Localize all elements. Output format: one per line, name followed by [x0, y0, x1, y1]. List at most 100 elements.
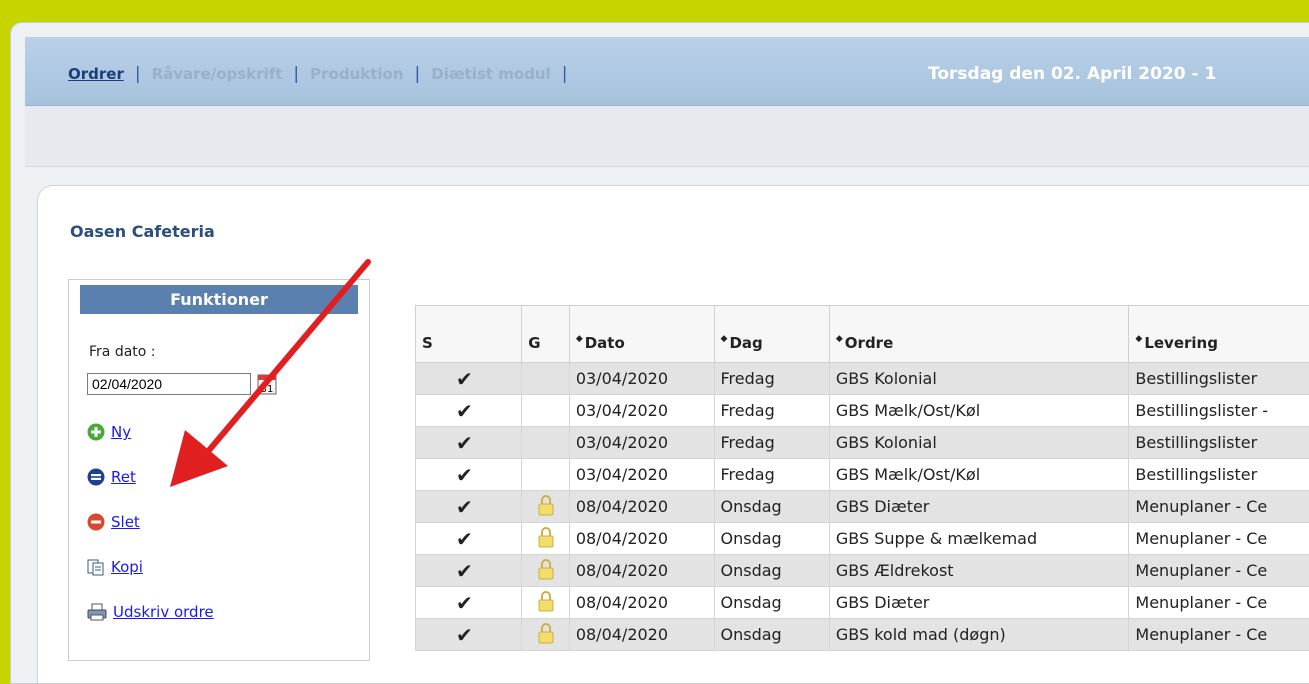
cell-dag: Onsdag [714, 587, 829, 619]
nav-raavare-opskrift[interactable]: Råvare/opskrift [152, 65, 283, 83]
status-check-icon: ✔ [416, 427, 522, 459]
sort-icon: ◆ [576, 334, 583, 344]
table-row[interactable]: ✔03/04/2020FredagGBS KolonialBestillings… [416, 427, 1309, 459]
main-nav: Ordrer | Råvare/opskrift | Produktion | … [68, 64, 578, 84]
action-copy[interactable]: Kopi [87, 555, 214, 579]
cell-ordre: GBS Suppe & mælkemad [829, 523, 1129, 555]
lock-icon [538, 558, 554, 580]
cell-dato: 08/04/2020 [569, 523, 714, 555]
nav-diaetist-modul[interactable]: Diætist modul [431, 65, 550, 83]
table-row[interactable]: ✔03/04/2020FredagGBS Mælk/Ost/KølBestill… [416, 459, 1309, 491]
column-header-dag[interactable]: ◆Dag [714, 306, 829, 363]
company-name: Oasen Cafeteria [70, 222, 215, 241]
from-date-input[interactable] [87, 373, 251, 395]
cell-ordre: GBS Mælk/Ost/Køl [829, 395, 1129, 427]
table-row[interactable]: ✔ 08/04/2020OnsdagGBS DiæterMenuplaner - … [416, 587, 1309, 619]
lock-cell [522, 427, 570, 459]
functions-header: Funktioner [80, 285, 358, 314]
table-row[interactable]: ✔03/04/2020FredagGBS Mælk/Ost/KølBestill… [416, 395, 1309, 427]
cell-dato: 08/04/2020 [569, 555, 714, 587]
sort-icon: ◆ [1135, 334, 1142, 344]
cell-dag: Onsdag [714, 619, 829, 651]
status-check-icon: ✔ [416, 363, 522, 395]
cell-dato: 08/04/2020 [569, 587, 714, 619]
table-header-row: S G ◆Dato ◆Dag ◆Ordre ◆Levering [416, 306, 1309, 363]
column-header-g[interactable]: G [522, 306, 570, 363]
nav-ordrer[interactable]: Ordrer [68, 65, 124, 83]
top-navigation-bar: Ordrer | Råvare/opskrift | Produktion | … [25, 37, 1309, 106]
table-row[interactable]: ✔03/04/2020FredagGBS KolonialBestillings… [416, 363, 1309, 395]
cell-levering: Menuplaner - Ce [1129, 555, 1309, 587]
from-date-label: Fra dato : [89, 344, 156, 360]
lock-icon [538, 622, 554, 644]
nav-separator: | [135, 64, 141, 84]
print-link[interactable]: Udskriv ordre [113, 603, 214, 621]
copy-icon [87, 558, 105, 576]
edit-link[interactable]: Ret [111, 468, 136, 486]
cell-dag: Onsdag [714, 555, 829, 587]
calendar-day: 31 [261, 384, 274, 395]
status-check-icon: ✔ [416, 619, 522, 651]
cell-dato: 08/04/2020 [569, 491, 714, 523]
nav-produktion[interactable]: Produktion [310, 65, 403, 83]
lock-cell [522, 459, 570, 491]
delete-link[interactable]: Slet [111, 513, 140, 531]
sort-icon: ◆ [836, 334, 843, 344]
column-header-levering[interactable]: ◆Levering [1129, 306, 1309, 363]
lock-cell [522, 363, 570, 395]
cell-ordre: GBS Diæter [829, 491, 1129, 523]
nav-separator: | [562, 64, 568, 84]
lock-cell [522, 619, 570, 651]
cell-levering: Menuplaner - Ce [1129, 619, 1309, 651]
lock-cell [522, 523, 570, 555]
cell-levering: Menuplaner - Ce [1129, 491, 1309, 523]
current-date: Torsdag den 02. April 2020 - 1 [928, 64, 1216, 84]
edit-icon [87, 468, 105, 486]
cell-ordre: GBS Diæter [829, 587, 1129, 619]
cell-ordre: GBS Ældrekost [829, 555, 1129, 587]
cell-levering: Bestillingslister [1129, 363, 1309, 395]
nav-separator: | [293, 64, 299, 84]
lock-icon [538, 590, 554, 612]
cell-dato: 03/04/2020 [569, 395, 714, 427]
cell-levering: Menuplaner - Ce [1129, 587, 1309, 619]
cell-levering: Menuplaner - Ce [1129, 523, 1309, 555]
lock-cell [522, 395, 570, 427]
toolbar-strip [25, 106, 1309, 167]
action-edit[interactable]: Ret [87, 465, 214, 489]
status-check-icon: ✔ [416, 587, 522, 619]
cell-dato: 03/04/2020 [569, 459, 714, 491]
calendar-icon[interactable]: 31 [257, 371, 277, 395]
cell-levering: Bestillingslister [1129, 459, 1309, 491]
nav-separator: | [415, 64, 421, 84]
cell-dag: Fredag [714, 427, 829, 459]
lock-cell [522, 555, 570, 587]
add-icon [87, 423, 105, 441]
column-header-dato[interactable]: ◆Dato [569, 306, 714, 363]
table-row[interactable]: ✔08/04/2020OnsdagGBS ÆldrekostMenuplaner… [416, 555, 1309, 587]
cell-ordre: GBS kold mad (døgn) [829, 619, 1129, 651]
column-header-ordre[interactable]: ◆Ordre [829, 306, 1129, 363]
action-new[interactable]: Ny [87, 420, 214, 444]
orders-table: S G ◆Dato ◆Dag ◆Ordre ◆Levering ✔03/04/2… [415, 305, 1309, 651]
new-link[interactable]: Ny [111, 423, 131, 441]
cell-dato: 03/04/2020 [569, 427, 714, 459]
cell-ordre: GBS Kolonial [829, 427, 1129, 459]
cell-dag: Fredag [714, 459, 829, 491]
copy-link[interactable]: Kopi [111, 558, 143, 576]
table-row[interactable]: ✔08/04/2020OnsdagGBS Suppe & mælkemadMen… [416, 523, 1309, 555]
table-row[interactable]: ✔08/04/2020OnsdagGBS DiæterMenuplaner - … [416, 491, 1309, 523]
lock-cell [522, 491, 570, 523]
action-delete[interactable]: Slet [87, 510, 214, 534]
table-body: ✔03/04/2020FredagGBS KolonialBestillings… [416, 363, 1309, 651]
action-print[interactable]: Udskriv ordre [87, 600, 214, 624]
cell-dag: Onsdag [714, 523, 829, 555]
cell-dag: Onsdag [714, 491, 829, 523]
lock-cell [522, 587, 570, 619]
table-row[interactable]: ✔08/04/2020OnsdagGBS kold mad (døgn)Menu… [416, 619, 1309, 651]
action-links: Ny Ret Slet [87, 420, 214, 645]
column-header-s[interactable]: S [416, 306, 522, 363]
lock-icon [538, 526, 554, 548]
status-check-icon: ✔ [416, 459, 522, 491]
cell-dag: Fredag [714, 363, 829, 395]
